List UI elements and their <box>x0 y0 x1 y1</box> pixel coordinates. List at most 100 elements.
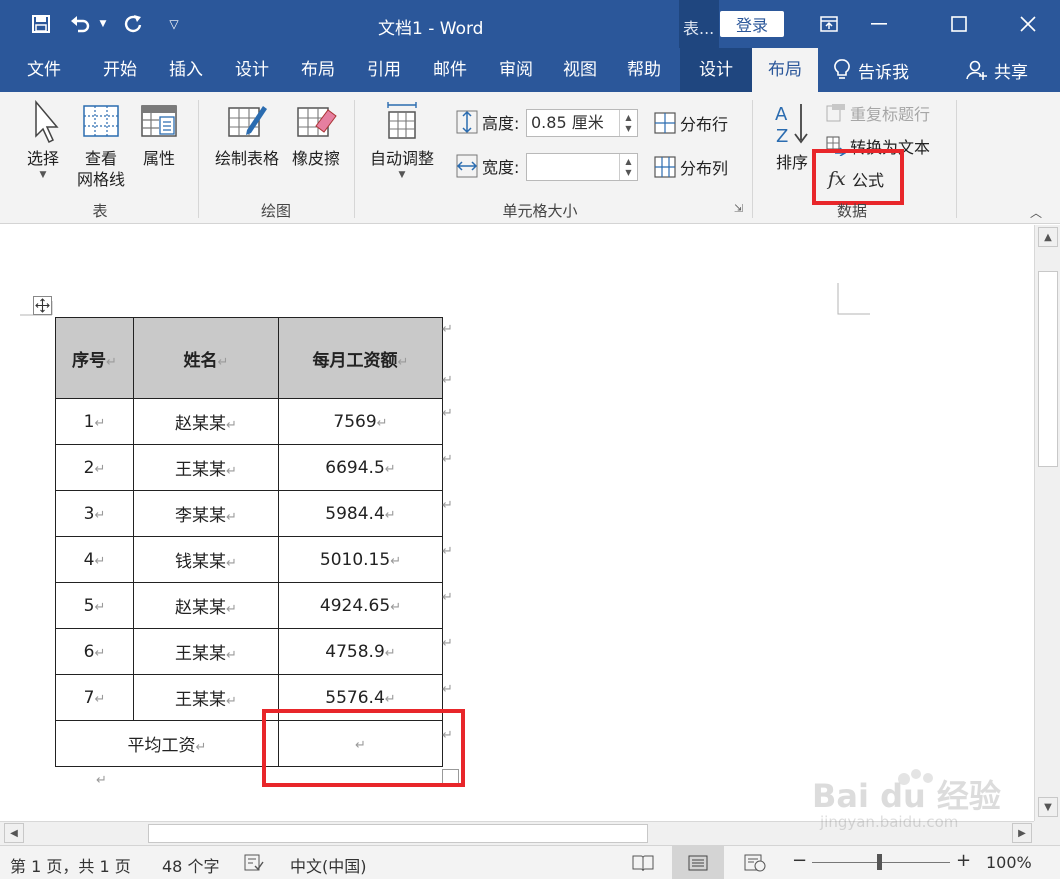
table-move-handle-icon[interactable] <box>33 296 52 315</box>
vertical-scrollbar[interactable]: ▲ ▼ <box>1034 225 1060 821</box>
ribbon-display-options-icon[interactable] <box>806 0 852 48</box>
maximize-icon[interactable] <box>936 0 982 48</box>
cell-size-launcher-icon[interactable]: ⇲ <box>734 202 743 215</box>
properties-button[interactable]: 属性 <box>136 100 182 169</box>
table-cell[interactable]: 7569↵ <box>278 398 443 445</box>
table-cell[interactable]: 王某某↵ <box>133 444 279 491</box>
eraser-button[interactable]: 橡皮擦 <box>286 100 346 169</box>
end-of-row-mark: ↵ <box>442 544 453 559</box>
table-cell[interactable]: 赵某某↵ <box>133 398 279 445</box>
read-mode-icon[interactable] <box>632 854 654 876</box>
height-input[interactable]: 0.85 厘米 ▲ ▼ <box>526 109 638 137</box>
tab-help[interactable]: 帮助 <box>616 48 672 92</box>
table-cell[interactable]: 王某某↵ <box>133 674 279 721</box>
select-button[interactable]: 选择 ▼ <box>18 100 68 181</box>
repeat-header-button[interactable]: 重复标题行 <box>826 101 930 125</box>
tell-me-box[interactable]: 告诉我 <box>834 48 909 92</box>
word-count[interactable]: 48 个字 <box>162 853 219 877</box>
table-cell[interactable]: 2↵ <box>55 444 134 491</box>
salary-table[interactable]: 序号↵ 姓名↵ 每月工资额↵ 1↵ 赵某某↵ 7569↵ 2↵ 王某某↵ 669… <box>55 317 443 767</box>
table-cell[interactable]: 5↵ <box>55 582 134 629</box>
end-of-row-mark: ↵ <box>442 636 453 651</box>
scroll-right-icon[interactable]: ▶ <box>1012 823 1032 843</box>
sort-button[interactable]: AZ 排序 <box>768 100 816 173</box>
zoom-in-icon[interactable]: + <box>956 850 971 871</box>
minimize-icon[interactable] <box>856 0 902 48</box>
autofit-button[interactable]: 自动调整 ▼ <box>364 100 440 181</box>
share-button[interactable]: 共享 <box>966 48 1028 92</box>
scroll-left-icon[interactable]: ◀ <box>4 823 24 843</box>
table-cell[interactable]: 1↵ <box>55 398 134 445</box>
print-layout-icon[interactable] <box>672 846 724 879</box>
view-gridlines-button[interactable]: 查看 网格线 <box>72 100 130 190</box>
tell-me-label: 告诉我 <box>858 62 909 83</box>
save-icon[interactable] <box>28 8 54 40</box>
width-spinner-icon[interactable]: ▲ ▼ <box>619 154 637 180</box>
table-cell[interactable]: 钱某某↵ <box>133 536 279 583</box>
tab-table-design[interactable]: 设计 <box>680 48 752 92</box>
paragraph-mark: ↵ <box>96 773 107 788</box>
table-cell[interactable]: 7↵ <box>55 674 134 721</box>
average-label-cell[interactable]: 平均工资↵ <box>55 720 279 767</box>
table-properties-icon <box>141 105 177 137</box>
scroll-up-icon[interactable]: ▲ <box>1038 227 1058 247</box>
table-cell[interactable]: 4924.65↵ <box>278 582 443 629</box>
table-cell[interactable]: 李某某↵ <box>133 490 279 537</box>
horizontal-scroll-thumb[interactable] <box>148 824 648 843</box>
horizontal-scrollbar[interactable]: ◀ ▶ <box>0 821 1034 845</box>
table-cell[interactable]: 赵某某↵ <box>133 582 279 629</box>
undo-dropdown-icon[interactable]: ▼ <box>96 8 110 40</box>
tab-layout[interactable]: 布局 <box>290 48 346 92</box>
width-input[interactable]: ▲ ▼ <box>526 153 638 181</box>
table-header-row: 序号↵ 姓名↵ 每月工资额↵ <box>55 317 443 399</box>
close-icon[interactable] <box>1005 0 1051 48</box>
page-count[interactable]: 第 1 页，共 1 页 <box>10 853 131 877</box>
autofit-dropdown-icon: ▼ <box>398 170 406 180</box>
tab-design[interactable]: 设计 <box>224 48 280 92</box>
height-spinner-icon[interactable]: ▲ ▼ <box>619 110 637 136</box>
tab-home[interactable]: 开始 <box>92 48 148 92</box>
height-value: 0.85 厘米 <box>531 113 604 132</box>
tab-mailings[interactable]: 邮件 <box>422 48 478 92</box>
table-cell[interactable]: 5984.4↵ <box>278 490 443 537</box>
formula-highlight-box <box>812 149 904 205</box>
tab-file[interactable]: 文件 <box>16 48 72 92</box>
customize-qat-icon[interactable]: ▽ <box>164 8 184 40</box>
web-layout-icon[interactable] <box>744 854 766 876</box>
login-button[interactable]: 登录 <box>720 11 784 37</box>
table-cell[interactable]: 4↵ <box>55 536 134 583</box>
tab-review[interactable]: 审阅 <box>488 48 544 92</box>
table-cell[interactable]: 3↵ <box>55 490 134 537</box>
table-cell[interactable]: 6↵ <box>55 628 134 675</box>
table-cell[interactable]: 王某某↵ <box>133 628 279 675</box>
header-cell[interactable]: 序号↵ <box>55 317 134 399</box>
header-cell[interactable]: 姓名↵ <box>133 317 279 399</box>
document-canvas[interactable]: 序号↵ 姓名↵ 每月工资额↵ 1↵ 赵某某↵ 7569↵ 2↵ 王某某↵ 669… <box>0 225 1034 821</box>
cursor-arrow-icon <box>35 100 59 144</box>
tab-insert[interactable]: 插入 <box>158 48 214 92</box>
table-cell[interactable]: 6694.5↵ <box>278 444 443 491</box>
undo-icon[interactable] <box>68 8 92 40</box>
zoom-level[interactable]: 100% <box>986 853 1032 872</box>
tab-references[interactable]: 引用 <box>356 48 412 92</box>
tab-view[interactable]: 视图 <box>552 48 608 92</box>
tab-table-layout[interactable]: 布局 <box>752 48 818 92</box>
zoom-out-icon[interactable]: − <box>792 850 807 871</box>
group-label-data: 数据 <box>836 202 867 220</box>
vertical-scroll-thumb[interactable] <box>1038 271 1058 467</box>
draw-table-button[interactable]: 绘制表格 <box>208 100 286 169</box>
scroll-down-icon[interactable]: ▼ <box>1038 797 1058 817</box>
distribute-rows-button[interactable]: 分布行 <box>654 111 728 135</box>
table-cell[interactable]: 4758.9↵ <box>278 628 443 675</box>
width-label: 宽度: <box>482 158 520 177</box>
table-cell[interactable]: 5010.15↵ <box>278 536 443 583</box>
collapse-ribbon-icon[interactable]: ︿ <box>1030 204 1042 221</box>
scrollbar-corner <box>1034 821 1060 845</box>
language[interactable]: 中文(中国) <box>290 853 367 877</box>
header-cell[interactable]: 每月工资额↵ <box>278 317 443 399</box>
proofing-icon[interactable] <box>244 854 264 876</box>
distribute-cols-button[interactable]: 分布列 <box>654 155 728 179</box>
redo-icon[interactable] <box>121 8 145 40</box>
zoom-slider-thumb[interactable] <box>877 854 882 870</box>
end-of-row-mark: ↵ <box>442 373 453 388</box>
